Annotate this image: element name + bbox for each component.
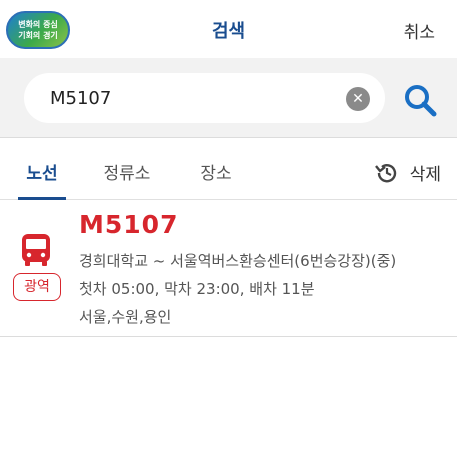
- delete-label: 삭제: [409, 165, 441, 185]
- page-title: 검색: [211, 21, 246, 42]
- route-schedule: 첫차 05:00, 막차 23:00, 배차 11분: [79, 280, 315, 298]
- route-name: M5107: [79, 210, 179, 239]
- tab-place[interactable]: 장소: [192, 138, 240, 200]
- tab-stop[interactable]: 정류소: [96, 138, 158, 200]
- search-icon[interactable]: [402, 82, 438, 118]
- delete-history-button[interactable]: 삭제: [374, 160, 441, 185]
- tab-route[interactable]: 노선: [18, 138, 66, 200]
- route-type-badge: 광역: [13, 273, 61, 301]
- cancel-button[interactable]: 취소: [404, 18, 435, 43]
- clear-icon[interactable]: ✕: [346, 87, 370, 111]
- app-header: 변화의 중심 기회의 경기 검색 취소: [0, 0, 457, 58]
- search-area: ✕: [0, 58, 457, 138]
- route-description: 경희대학교 ~ 서울역버스환승센터(6번승강장)(중): [79, 252, 397, 270]
- bus-icon: [22, 234, 50, 266]
- search-box[interactable]: [24, 73, 385, 123]
- route-area: 서울,수원,용인: [79, 308, 172, 326]
- search-input[interactable]: [50, 73, 340, 123]
- tab-bar: 노선 정류소 장소 삭제: [0, 138, 457, 200]
- list-item[interactable]: 광역 M5107 경희대학교 ~ 서울역버스환승센터(6번승강장)(중) 첫차 …: [0, 200, 457, 337]
- history-icon: [375, 163, 397, 182]
